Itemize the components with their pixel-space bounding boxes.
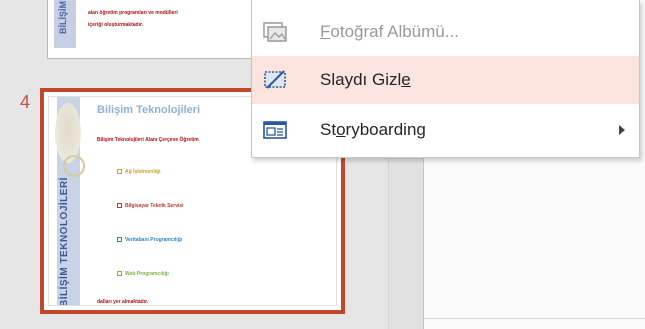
bullet-icon — [117, 169, 122, 175]
ring-decoration-icon — [63, 155, 85, 177]
slide-intro-text: Bilişim Teknolojileri Alanı Çerçeve Öğre… — [97, 137, 199, 143]
slide-number: 4 — [20, 92, 31, 112]
slide-side-band: BİLİŞİM — [54, 0, 76, 48]
slide-bullet-item: Bilgisayar Teknik Servisi — [117, 203, 184, 209]
storyboarding-icon — [262, 118, 288, 142]
submenu-arrow-icon — [619, 125, 625, 135]
bullet-icon — [117, 203, 122, 209]
slide-bullet-item: Veritabanı Programcılığı — [117, 237, 182, 243]
menu-item-label: Slaydı Gizle — [320, 70, 411, 89]
slide-thumbnail-3[interactable]: BİLİŞİM alan öğretim programları ve modü… — [47, 0, 259, 59]
slide-footer-text: dalları yer almaktadır. — [97, 299, 149, 305]
slide-title: Bilişim Teknolojileri — [97, 104, 201, 116]
menu-item-label: Storyboarding — [320, 120, 426, 139]
context-menu: Fotoğraf Albümü... Slaydı Gizle Storyboa… — [251, 0, 640, 158]
photo-album-icon — [262, 20, 288, 44]
menu-item-label: Fotoğraf Albümü... — [320, 22, 459, 41]
hide-slide-icon — [262, 68, 288, 92]
slide-band-label: BİLİŞİM — [58, 1, 68, 34]
leaf-decoration-icon — [55, 103, 81, 163]
slide-bullet-item: Web Programcılığı — [117, 271, 169, 277]
menu-item-hide-slide[interactable]: Slaydı Gizle — [252, 56, 639, 104]
slide-text-line: içeriği oluşturmaktadır. — [88, 22, 144, 28]
slide-band-label: BİLİŞİM TEKNOLOJİLERİ — [59, 177, 70, 306]
menu-item-photo-album[interactable]: Fotoğraf Albümü... — [252, 8, 639, 56]
slide-text-line: alan öğretim programları ve modülleri — [88, 10, 178, 16]
bullet-icon — [117, 237, 122, 243]
bullet-icon — [117, 271, 122, 277]
menu-item-storyboarding[interactable]: Storyboarding — [252, 106, 639, 154]
slide-bullet-item: Ağ İşletmenliği — [117, 169, 161, 175]
